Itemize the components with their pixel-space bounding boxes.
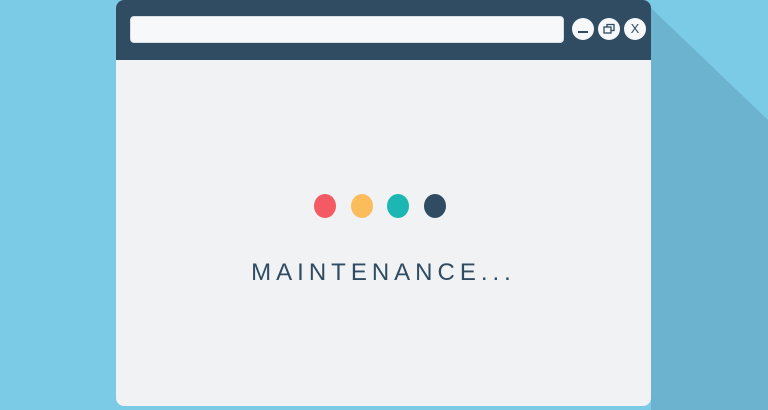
address-bar[interactable]: [130, 16, 564, 43]
browser-window: X MAINTENANCE...: [116, 0, 651, 406]
maintenance-status-text: MAINTENANCE...: [251, 259, 516, 286]
loading-dot-yellow: [351, 194, 373, 218]
restore-button[interactable]: [598, 18, 620, 40]
close-button[interactable]: X: [624, 18, 646, 40]
loading-dot-teal: [387, 194, 409, 218]
restore-icon: [603, 23, 615, 34]
loading-dot-navy: [424, 194, 446, 218]
loading-dots: [314, 194, 454, 218]
minimize-button[interactable]: [572, 18, 594, 40]
background: X MAINTENANCE...: [0, 0, 768, 410]
title-bar: X: [116, 0, 651, 60]
close-icon: X: [630, 21, 640, 36]
loading-dot-red: [314, 194, 336, 218]
minimize-icon: [578, 31, 588, 33]
